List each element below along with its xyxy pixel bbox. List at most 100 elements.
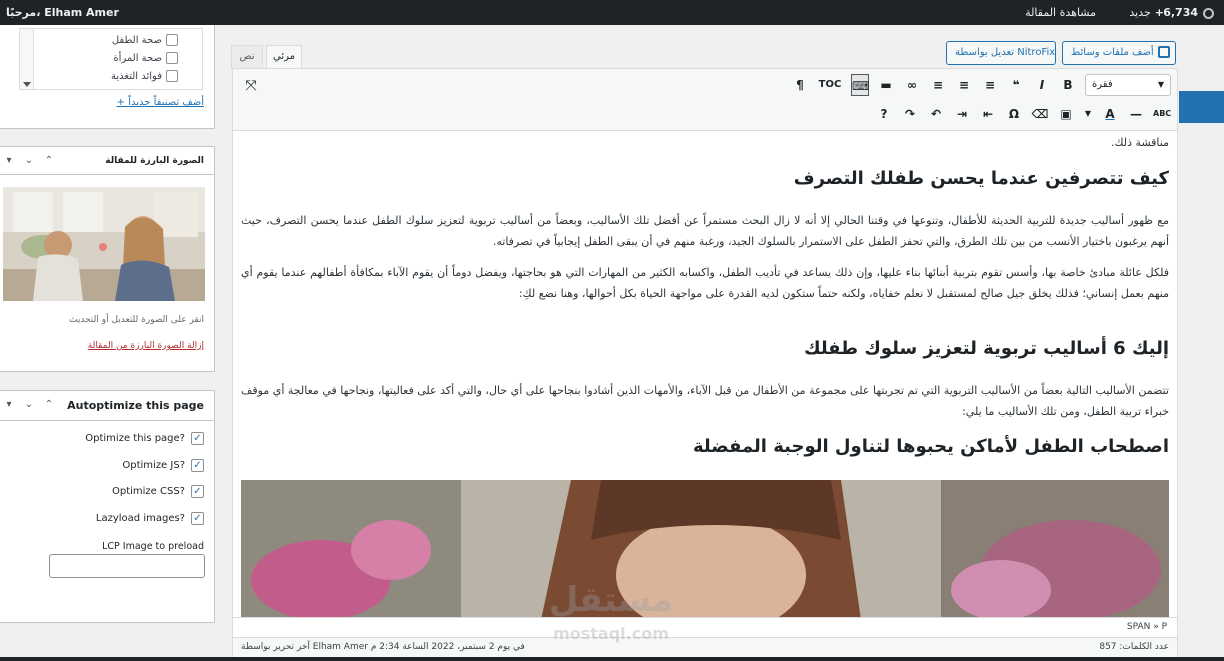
horizontal-line-icon[interactable]: — [1127,103,1145,125]
optimize-page-option[interactable]: Optimize this page? ✓ [85,432,204,445]
toolbar-toggle-icon[interactable]: ⌨ [851,74,869,96]
nitrofix-button[interactable]: تعديل بواسطة NitroFix [946,41,1056,65]
strikethrough-icon[interactable]: ABC [1153,103,1171,125]
option-checkbox[interactable]: ✓ [191,432,204,445]
content-heading-1: كيف تتصرفين عندما يحسن طفلك التصرف [793,168,1169,189]
admin-bar: مرحبًا، Elham Amer مشاهدة المقالة جديد + … [0,0,1224,25]
text-color-icon[interactable]: A [1101,103,1119,125]
content-paragraph-1: مع ظهور أساليب جديدة للتربية الحديثة للأ… [241,214,1169,248]
collapse-toggle-icon[interactable]: ▾ [3,399,15,411]
new-content-menu[interactable]: جديد + [1129,0,1164,25]
autoptimize-box: Autoptimize this page ▾ ⌄ ⌃ Optimize thi… [0,390,215,623]
featured-image-thumbnail[interactable] [3,187,205,301]
stats-counter[interactable]: 6,734 [1163,0,1214,25]
move-down-icon[interactable]: ⌄ [23,155,35,167]
chevron-down-icon: ▼ [1157,80,1164,89]
move-up-icon[interactable]: ⌃ [43,399,55,411]
optimize-css-option[interactable]: Optimize CSS? ✓ [112,485,204,498]
option-checkbox[interactable]: ✓ [191,459,204,472]
option-label: Optimize this page? [85,433,185,444]
post-editor: ⤧ فقرة ▼ B I ❝ ≡ ≡ ≡ ∞ ▬ ⌨ TOC ¶ ABC — A … [232,68,1178,657]
blockquote-icon[interactable]: ❝ [1007,74,1025,96]
category-checklist: صحة الطفل صحة المرأة فوائد التغذية [19,28,203,90]
toolbar-row-1: فقرة ▼ B I ❝ ≡ ≡ ≡ ∞ ▬ ⌨ TOC ¶ [791,74,1171,96]
element-path: SPAN » P [233,617,1177,637]
add-media-button[interactable]: أضف ملفات وسائط [1062,41,1176,65]
collapse-toggle-icon[interactable]: ▾ [3,155,15,167]
category-item[interactable]: صحة الطفل [112,31,178,49]
align-right-icon[interactable]: ≡ [929,74,947,96]
category-checkbox[interactable] [166,52,178,64]
right-admin-menu [1179,25,1224,661]
remove-featured-image-link[interactable]: إزالة الصورة البارزة من المقالة [88,341,204,351]
editor-content[interactable]: مناقشة ذلك. كيف تتصرفين عندما يحسن طفلك … [241,132,1169,617]
move-up-icon[interactable]: ⌃ [43,155,55,167]
featured-image-hint: انقر على الصورة للتعديل أو التحديث [69,315,204,325]
toc-button[interactable]: TOC [817,74,843,96]
category-scrollbar[interactable] [20,29,34,89]
outdent-icon[interactable]: ⇤ [979,103,997,125]
option-checkbox[interactable]: ✓ [191,512,204,525]
paste-text-icon[interactable]: ▣ [1057,103,1075,125]
category-label: صحة المرأة [113,52,162,64]
help-icon[interactable]: ? [875,103,893,125]
option-label: Optimize JS? [122,460,185,471]
scroll-down-icon[interactable] [23,82,31,87]
tab-text[interactable]: نص [231,45,263,69]
content-image[interactable] [241,480,1169,617]
stats-count: 6,734 [1163,6,1198,19]
tab-visual[interactable]: مرئي [266,45,302,69]
option-label: Lazyload images? [95,513,185,524]
word-count: عدد الكلمات: 857 [1099,642,1169,652]
add-category-link[interactable]: + أضف تصنيفاً جديداً [117,97,204,108]
content-intro: مناقشة ذلك. [1110,136,1169,149]
optimize-js-option[interactable]: Optimize JS? ✓ [122,459,204,472]
category-item[interactable]: صحة المرأة [113,49,178,67]
paragraph-direction-icon[interactable]: ¶ [791,74,809,96]
add-media-label: أضف ملفات وسائط [1071,47,1154,58]
content-heading-2: إليك 6 أساليب تربوية لتعزيز سلوك طفلك [804,338,1169,359]
editor-toolbar: ⤧ فقرة ▼ B I ❝ ≡ ≡ ≡ ∞ ▬ ⌨ TOC ¶ ABC — A … [233,69,1177,131]
bottom-bar [0,657,1224,661]
read-more-icon[interactable]: ▬ [877,74,895,96]
clear-formatting-icon[interactable]: ⌫ [1031,103,1049,125]
fullscreen-icon[interactable]: ⤧ [242,77,260,95]
format-select[interactable]: فقرة ▼ [1085,74,1171,96]
autoptimize-title: Autoptimize this page [67,399,204,412]
text-color-dropdown-icon[interactable]: ▼ [1083,103,1093,125]
category-checkbox[interactable] [166,34,178,46]
toolbar-row-2: ABC — A ▼ ▣ ⌫ Ω ⇤ ⇥ ↶ ↷ ? [875,103,1172,125]
format-value: فقرة [1092,79,1113,90]
lcp-label: LCP Image to preload [102,541,204,552]
content-heading-3: اصطحاب الطفل لأماكن يحبوها لتناول الوجبة… [693,436,1169,457]
special-character-icon[interactable]: Ω [1005,103,1023,125]
undo-icon[interactable]: ↶ [927,103,945,125]
move-down-icon[interactable]: ⌄ [23,399,35,411]
category-checkbox[interactable] [166,70,178,82]
category-item[interactable]: فوائد التغذية [111,67,178,85]
option-label: Optimize CSS? [111,486,185,497]
content-paragraph-3: تتضمن الأساليب التالية بعضاً من الأساليب… [241,384,1169,418]
featured-image-box: الصورة البارزة للمقالة ▾ ⌄ ⌃ انقر على ال… [0,146,215,372]
autoptimize-header: Autoptimize this page ▾ ⌄ ⌃ [0,391,214,421]
align-center-icon[interactable]: ≡ [955,74,973,96]
lcp-image-input[interactable] [49,554,205,578]
stats-icon [1203,7,1214,19]
view-post-link[interactable]: مشاهدة المقالة [1025,0,1096,25]
indent-icon[interactable]: ⇥ [953,103,971,125]
lazyload-option[interactable]: Lazyload images? ✓ [96,512,204,525]
align-left-icon[interactable]: ≡ [981,74,999,96]
option-checkbox[interactable]: ✓ [191,485,204,498]
featured-image-title: الصورة البارزة للمقالة [105,156,204,166]
menu-active-item[interactable] [1179,91,1224,123]
redo-icon[interactable]: ↷ [901,103,919,125]
italic-icon[interactable]: I [1033,74,1051,96]
content-paragraph-2: فلكل عائلة مبادئ خاصة بها، وأسس تقوم بتر… [241,266,1169,300]
link-icon[interactable]: ∞ [903,74,921,96]
editor-status-bar: عدد الكلمات: 857 آخر تحرير بواسطة Elham … [233,637,1177,657]
last-edited: آخر تحرير بواسطة Elham Amer في يوم 2 سبت… [241,642,525,652]
categories-box: صحة الطفل صحة المرأة فوائد التغذية + أضف… [0,25,215,129]
admin-greeting[interactable]: مرحبًا، Elham Amer [6,0,119,25]
new-label: جديد [1129,6,1151,19]
bold-icon[interactable]: B [1059,74,1077,96]
